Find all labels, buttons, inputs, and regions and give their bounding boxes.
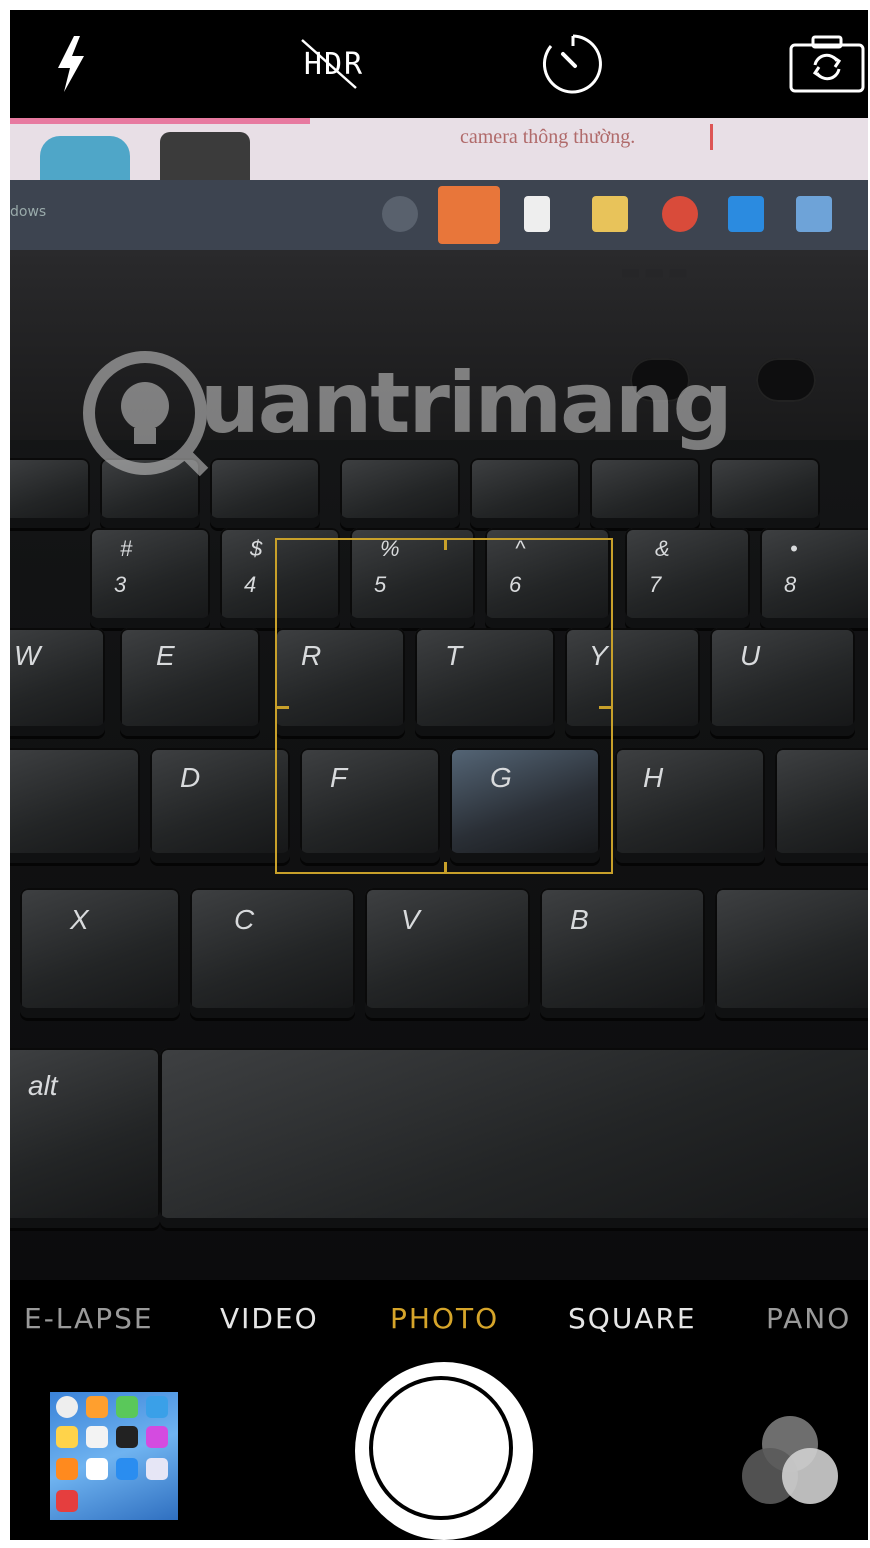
mode-video[interactable]: VIDEO	[220, 1302, 319, 1335]
watermark-text: uantrimang	[200, 354, 733, 452]
timer-button[interactable]	[540, 32, 606, 96]
key-b: B	[540, 888, 705, 1018]
shutter-inner-circle	[369, 1376, 513, 1520]
hdr-off-slash-icon	[301, 39, 357, 89]
switch-camera-icon	[789, 35, 865, 93]
camera-app: HDR camera thông thường. dows ▬▬▬ # 3 $ …	[10, 10, 868, 1540]
filters-icon[interactable]	[738, 1412, 842, 1508]
mode-square[interactable]: SQUARE	[568, 1302, 697, 1335]
timer-icon	[543, 34, 602, 94]
key-c: C	[190, 888, 355, 1018]
key-h: H	[615, 748, 765, 863]
gallery-thumbnail[interactable]	[50, 1392, 178, 1520]
taskbar-chrome-icon	[662, 196, 698, 232]
lightbulb-logo-icon	[83, 351, 209, 477]
shutter-button[interactable]	[355, 1362, 533, 1540]
key-space	[160, 1048, 868, 1228]
laptop-screen-content: camera thông thường.	[10, 118, 868, 180]
taskbar-label: dows	[10, 204, 47, 220]
flash-icon	[58, 36, 84, 92]
mode-pano[interactable]: PANO	[766, 1302, 851, 1335]
hdr-button[interactable]: HDR	[284, 32, 384, 96]
taskbar-file-icon	[524, 196, 550, 232]
key-d: D	[150, 748, 290, 863]
key-8: • 8	[760, 528, 868, 628]
taskbar-view-icon	[382, 196, 418, 232]
laptop-taskbar: dows	[10, 180, 868, 250]
top-controls-bar: HDR	[10, 10, 868, 118]
screen-caption: camera thông thường.	[460, 126, 636, 148]
switch-camera-button[interactable]	[788, 32, 866, 96]
camera-viewfinder[interactable]: camera thông thường. dows ▬▬▬ # 3 $ 4 % …	[10, 118, 868, 1280]
key-u: U	[710, 628, 855, 736]
mode-time-lapse[interactable]: E-LAPSE	[24, 1302, 154, 1335]
quantrimang-watermark: uantrimang	[80, 348, 733, 482]
wireless-button-photo	[756, 358, 816, 402]
key-w: W	[10, 628, 105, 736]
flash-button[interactable]	[46, 32, 96, 96]
focus-square	[275, 538, 613, 874]
key-x: X	[20, 888, 180, 1018]
camera-mode-selector: E-LAPSE VIDEO PHOTO SQUARE PANO	[10, 1280, 868, 1362]
key-3: # 3	[90, 528, 210, 628]
key-e: E	[120, 628, 260, 736]
taskbar-paint-icon	[438, 186, 500, 244]
key-alt: alt	[10, 1048, 160, 1228]
mode-photo[interactable]: PHOTO	[390, 1302, 499, 1335]
key-7: & 7	[625, 528, 750, 628]
key-v: V	[365, 888, 530, 1018]
bottom-controls	[10, 1362, 868, 1540]
taskbar-app-icon	[728, 196, 764, 232]
taskbar-photos-icon	[796, 196, 832, 232]
taskbar-folder-icon	[592, 196, 628, 232]
